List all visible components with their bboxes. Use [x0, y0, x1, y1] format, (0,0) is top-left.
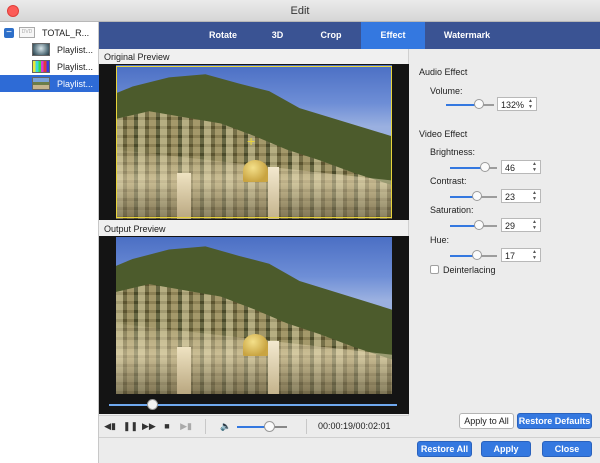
divider — [205, 419, 206, 434]
contrast-slider[interactable] — [450, 191, 497, 202]
seek-knob[interactable] — [147, 399, 158, 410]
volume-effect-slider[interactable] — [446, 99, 494, 110]
edit-tab-bar: Rotate 3D Crop Effect Watermark — [99, 22, 600, 49]
tab-crop[interactable]: Crop — [301, 22, 361, 49]
playback-controls: ◀▮ ❚❚ ▶▶ ■ ▶▮ 🔈 00:00:19/00:02:01 — [99, 415, 409, 437]
tab-effect[interactable]: Effect — [361, 22, 425, 49]
volume-slider-knob[interactable] — [264, 421, 275, 432]
close-button[interactable]: Close — [542, 441, 592, 457]
hue-label: Hue: — [430, 235, 450, 245]
hue-knob[interactable] — [472, 250, 482, 260]
volume-label: Volume: — [430, 86, 463, 96]
saturation-label: Saturation: — [430, 205, 474, 215]
playlist-label: Playlist... — [57, 79, 94, 89]
seek-bar[interactable] — [99, 396, 409, 414]
saturation-spinner[interactable]: 29 ▲ ▼ — [501, 218, 541, 232]
volume-effect-knob[interactable] — [474, 99, 484, 109]
video-effect-title: Video Effect — [419, 129, 468, 139]
original-preview-label: Original Preview — [104, 52, 170, 62]
stepper-arrows-icon[interactable]: ▲ ▼ — [531, 249, 538, 261]
preview-pane: Original Preview + Output Preview — [99, 49, 409, 415]
tree-root-label: TOTAL_R... — [42, 28, 90, 38]
contrast-knob[interactable] — [472, 191, 482, 201]
volume-slider[interactable] — [237, 426, 287, 428]
next-frame-icon[interactable]: ▶▮ — [180, 420, 192, 432]
effect-settings-panel: Audio Effect Volume: 132% ▲ ▼ Video Effec… — [410, 49, 600, 440]
original-preview-video: + — [99, 64, 409, 220]
playlist-thumbnail — [32, 43, 50, 56]
tab-3d[interactable]: 3D — [254, 22, 301, 49]
hue-spinner[interactable]: 17 ▲ ▼ — [501, 248, 541, 262]
output-preview-video — [99, 236, 409, 396]
crosshair-icon: + — [247, 133, 256, 149]
output-preview-label: Output Preview — [104, 224, 166, 234]
volume-icon[interactable]: 🔈 — [220, 420, 232, 432]
previous-frame-icon[interactable]: ◀▮ — [104, 420, 116, 432]
volume-spinner[interactable]: 132% ▲ ▼ — [497, 97, 537, 111]
playlist-thumbnail — [32, 60, 50, 73]
brightness-slider[interactable] — [450, 162, 497, 173]
saturation-value: 29 — [505, 221, 516, 231]
fast-forward-icon[interactable]: ▶▶ — [142, 420, 156, 432]
playlist-sidebar: − DVD TOTAL_R... Playlist... Playlist...… — [0, 22, 99, 463]
brightness-spinner[interactable]: 46 ▲ ▼ — [501, 160, 541, 174]
stepper-arrows-icon[interactable]: ▲ ▼ — [527, 98, 534, 110]
playlist-thumbnail — [32, 77, 50, 90]
playlist-label: Playlist... — [57, 45, 94, 55]
time-display: 00:00:19/00:02:01 — [318, 421, 391, 431]
minus-icon[interactable]: − — [4, 28, 14, 38]
stepper-arrows-icon[interactable]: ▲ ▼ — [531, 219, 538, 231]
tree-root-item[interactable]: − DVD TOTAL_R... — [0, 25, 99, 41]
hue-value: 17 — [505, 251, 516, 261]
window-title: Edit — [290, 5, 310, 17]
audio-effect-title: Audio Effect — [419, 67, 468, 77]
stop-icon[interactable]: ■ — [161, 420, 173, 432]
deinterlacing-label: Deinterlacing — [443, 265, 496, 275]
stepper-arrows-icon[interactable]: ▲ ▼ — [531, 161, 538, 173]
title-bar: Edit — [0, 0, 600, 22]
sidebar-item-playlist-3[interactable]: Playlist... — [0, 75, 99, 92]
dvd-folder-icon: DVD — [19, 27, 35, 38]
output-preview-image — [116, 237, 392, 394]
contrast-label: Contrast: — [430, 176, 467, 186]
playlist-label: Playlist... — [57, 62, 94, 72]
sidebar-item-playlist-2[interactable]: Playlist... — [0, 58, 99, 75]
brightness-knob[interactable] — [480, 162, 490, 172]
bottom-action-bar: Restore All Apply Close — [99, 437, 600, 463]
stepper-arrows-icon[interactable]: ▲ ▼ — [531, 190, 538, 202]
brightness-label: Brightness: — [430, 147, 476, 157]
contrast-spinner[interactable]: 23 ▲ ▼ — [501, 189, 541, 203]
restore-all-button[interactable]: Restore All — [417, 441, 472, 457]
pause-icon[interactable]: ❚❚ — [123, 420, 138, 432]
sidebar-item-playlist-1[interactable]: Playlist... — [0, 41, 99, 58]
tab-watermark[interactable]: Watermark — [425, 22, 509, 49]
tab-rotate[interactable]: Rotate — [192, 22, 254, 49]
divider — [306, 419, 307, 434]
saturation-slider[interactable] — [450, 220, 497, 231]
volume-value: 132% — [501, 100, 525, 110]
deinterlacing-checkbox[interactable] — [430, 265, 439, 274]
apply-to-all-button[interactable]: Apply to All — [459, 413, 514, 429]
apply-button[interactable]: Apply — [481, 441, 531, 457]
brightness-value: 46 — [505, 163, 516, 173]
saturation-knob[interactable] — [474, 220, 484, 230]
hue-slider[interactable] — [450, 250, 497, 261]
contrast-value: 23 — [505, 192, 516, 202]
restore-defaults-button[interactable]: Restore Defaults — [517, 413, 592, 429]
